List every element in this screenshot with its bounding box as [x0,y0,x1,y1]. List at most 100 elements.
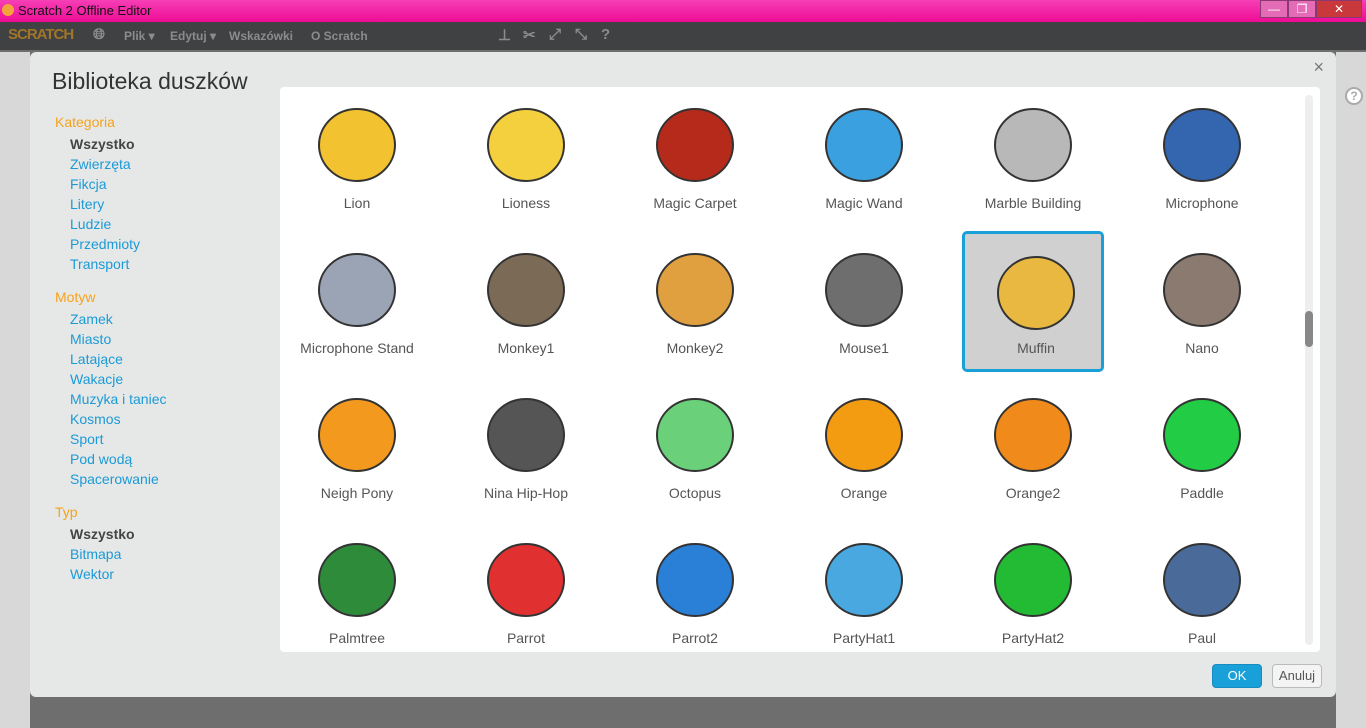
sprite-tile[interactable]: Palmtree [286,521,428,652]
menu-tips[interactable]: Wskazówki [229,29,293,43]
globe-icon[interactable]: 🌐︎ [93,26,105,43]
sprite-thumbnail-icon [318,543,396,617]
sprite-tile[interactable]: PartyHat2 [962,521,1104,652]
sprite-name: Octopus [668,485,722,501]
sprite-thumbnail-icon [487,108,565,182]
sprite-tile[interactable]: Parrot2 [624,521,766,652]
sprite-tile[interactable]: Orange [793,376,935,517]
menu-file[interactable]: Plik ▾ [124,29,155,43]
sprite-tile[interactable]: PartyHat1 [793,521,935,652]
sprite-tile[interactable]: Monkey2 [624,231,766,372]
filter-item[interactable]: Zwierzęta [70,156,131,172]
sprite-tile[interactable]: Microphone [1131,87,1273,227]
sprite-thumbnail-icon [318,253,396,327]
filter-item[interactable]: Muzyka i taniec [70,391,166,407]
close-icon[interactable]: × [1313,57,1324,78]
scrollbar[interactable] [1305,95,1313,645]
sprite-thumbnail-icon [487,253,565,327]
sprite-name: Palmtree [328,630,386,646]
sprite-name: Lion [343,195,371,211]
scratch-logo[interactable]: SCRATCH [8,26,74,43]
sprite-tile[interactable]: Lion [286,87,428,227]
sprite-thumbnail-icon [1163,398,1241,472]
menu-edit[interactable]: Edytuj ▾ [170,29,216,43]
sprite-tile[interactable]: Nano [1131,231,1273,372]
sprite-tile[interactable]: Muffin [962,231,1104,372]
scrollbar-thumb[interactable] [1305,310,1313,347]
filter-item[interactable]: Pod wodą [70,451,132,467]
filter-item[interactable]: Bitmapa [70,546,121,562]
sprite-name: Paul [1187,630,1217,646]
close-window-button[interactable]: ✕ [1316,0,1362,18]
sprite-name: Parrot2 [672,630,718,646]
sprite-thumbnail-icon [825,398,903,472]
sprite-name: Muffin [1017,340,1055,356]
filter-item[interactable]: Wakacje [70,371,123,387]
shrink-icon[interactable]: ⤡ [575,26,587,43]
sprite-tile[interactable]: Monkey1 [455,231,597,372]
filter-item[interactable]: Miasto [70,331,111,347]
filter-item[interactable]: Ludzie [70,216,111,232]
sprite-name: Lioness [501,195,551,211]
filter-item[interactable]: Przedmioty [70,236,140,252]
filter-item[interactable]: Latające [70,351,123,367]
sprite-tile[interactable]: Lioness [455,87,597,227]
sprite-thumbnail-icon [1163,543,1241,617]
sprite-thumbnail-icon [656,398,734,472]
sprite-thumbnail-icon [994,398,1072,472]
filter-item[interactable]: Sport [70,431,103,447]
stamp-icon[interactable]: ⊥ [498,26,511,44]
sprite-thumbnail-icon [318,398,396,472]
filter-item[interactable]: Wektor [70,566,114,582]
sprite-tile[interactable]: Parrot [455,521,597,652]
sprite-tile[interactable]: Microphone Stand [286,231,428,372]
editor-background [0,52,30,728]
cut-icon[interactable]: ✂ [523,26,536,44]
editor-background-right [1336,52,1366,728]
restore-button[interactable]: ❐ [1288,0,1316,18]
sprite-tile[interactable]: Orange2 [962,376,1104,517]
sprite-name: Mouse1 [839,340,889,356]
filter-item[interactable]: Wszystko [70,136,135,152]
filter-item[interactable]: Zamek [70,311,113,327]
sprite-tile[interactable]: Octopus [624,376,766,517]
sprite-tile[interactable]: Paddle [1131,376,1273,517]
ok-button[interactable]: OK [1212,664,1262,688]
sprite-thumbnail-icon [1163,253,1241,327]
app-icon [2,4,14,16]
help-icon[interactable]: ? [1345,87,1363,105]
sprite-tile[interactable]: Paul [1131,521,1273,652]
sprite-thumbnail-icon [825,543,903,617]
sprite-tile[interactable]: Mouse1 [793,231,935,372]
sprite-name: Parrot [506,630,546,646]
cancel-button[interactable]: Anuluj [1272,664,1322,688]
sprite-thumbnail-icon [656,543,734,617]
filter-item[interactable]: Transport [70,256,129,272]
filter-item[interactable]: Litery [70,196,104,212]
help-icon[interactable]: ? [601,26,610,43]
sprite-name: Microphone [1165,195,1239,211]
grow-icon[interactable]: ⤢ [549,26,561,43]
dialog-title: Biblioteka duszków [52,68,248,94]
filter-item[interactable]: Kosmos [70,411,121,427]
sprite-tile[interactable]: Magic Carpet [624,87,766,227]
minimize-button[interactable]: — [1260,0,1288,18]
sprite-name: Magic Wand [825,195,903,211]
sprite-library-dialog: Biblioteka duszków × Kategoria Wszystko Zw… [30,52,1336,697]
sprite-thumbnail-icon [487,543,565,617]
sprite-tile[interactable]: Neigh Pony [286,376,428,517]
sprite-tile[interactable]: Magic Wand [793,87,935,227]
filter-item[interactable]: Wszystko [70,526,135,542]
filter-item[interactable]: Fikcja [70,176,107,192]
title-bar: Scratch 2 Offline Editor — ❐ ✕ [0,0,1366,22]
sprite-tile[interactable]: Marble Building [962,87,1104,227]
filter-heading: Typ [55,504,78,520]
menu-about[interactable]: O Scratch [311,29,368,43]
sprite-thumbnail-icon [656,108,734,182]
sprite-thumbnail-icon [1163,108,1241,182]
sprite-thumbnail-icon [487,398,565,472]
sprite-tile[interactable]: Nina Hip-Hop [455,376,597,517]
sprite-thumbnail-icon [997,256,1075,330]
filter-item[interactable]: Spacerowanie [70,471,159,487]
sprite-name: PartyHat1 [832,630,896,646]
